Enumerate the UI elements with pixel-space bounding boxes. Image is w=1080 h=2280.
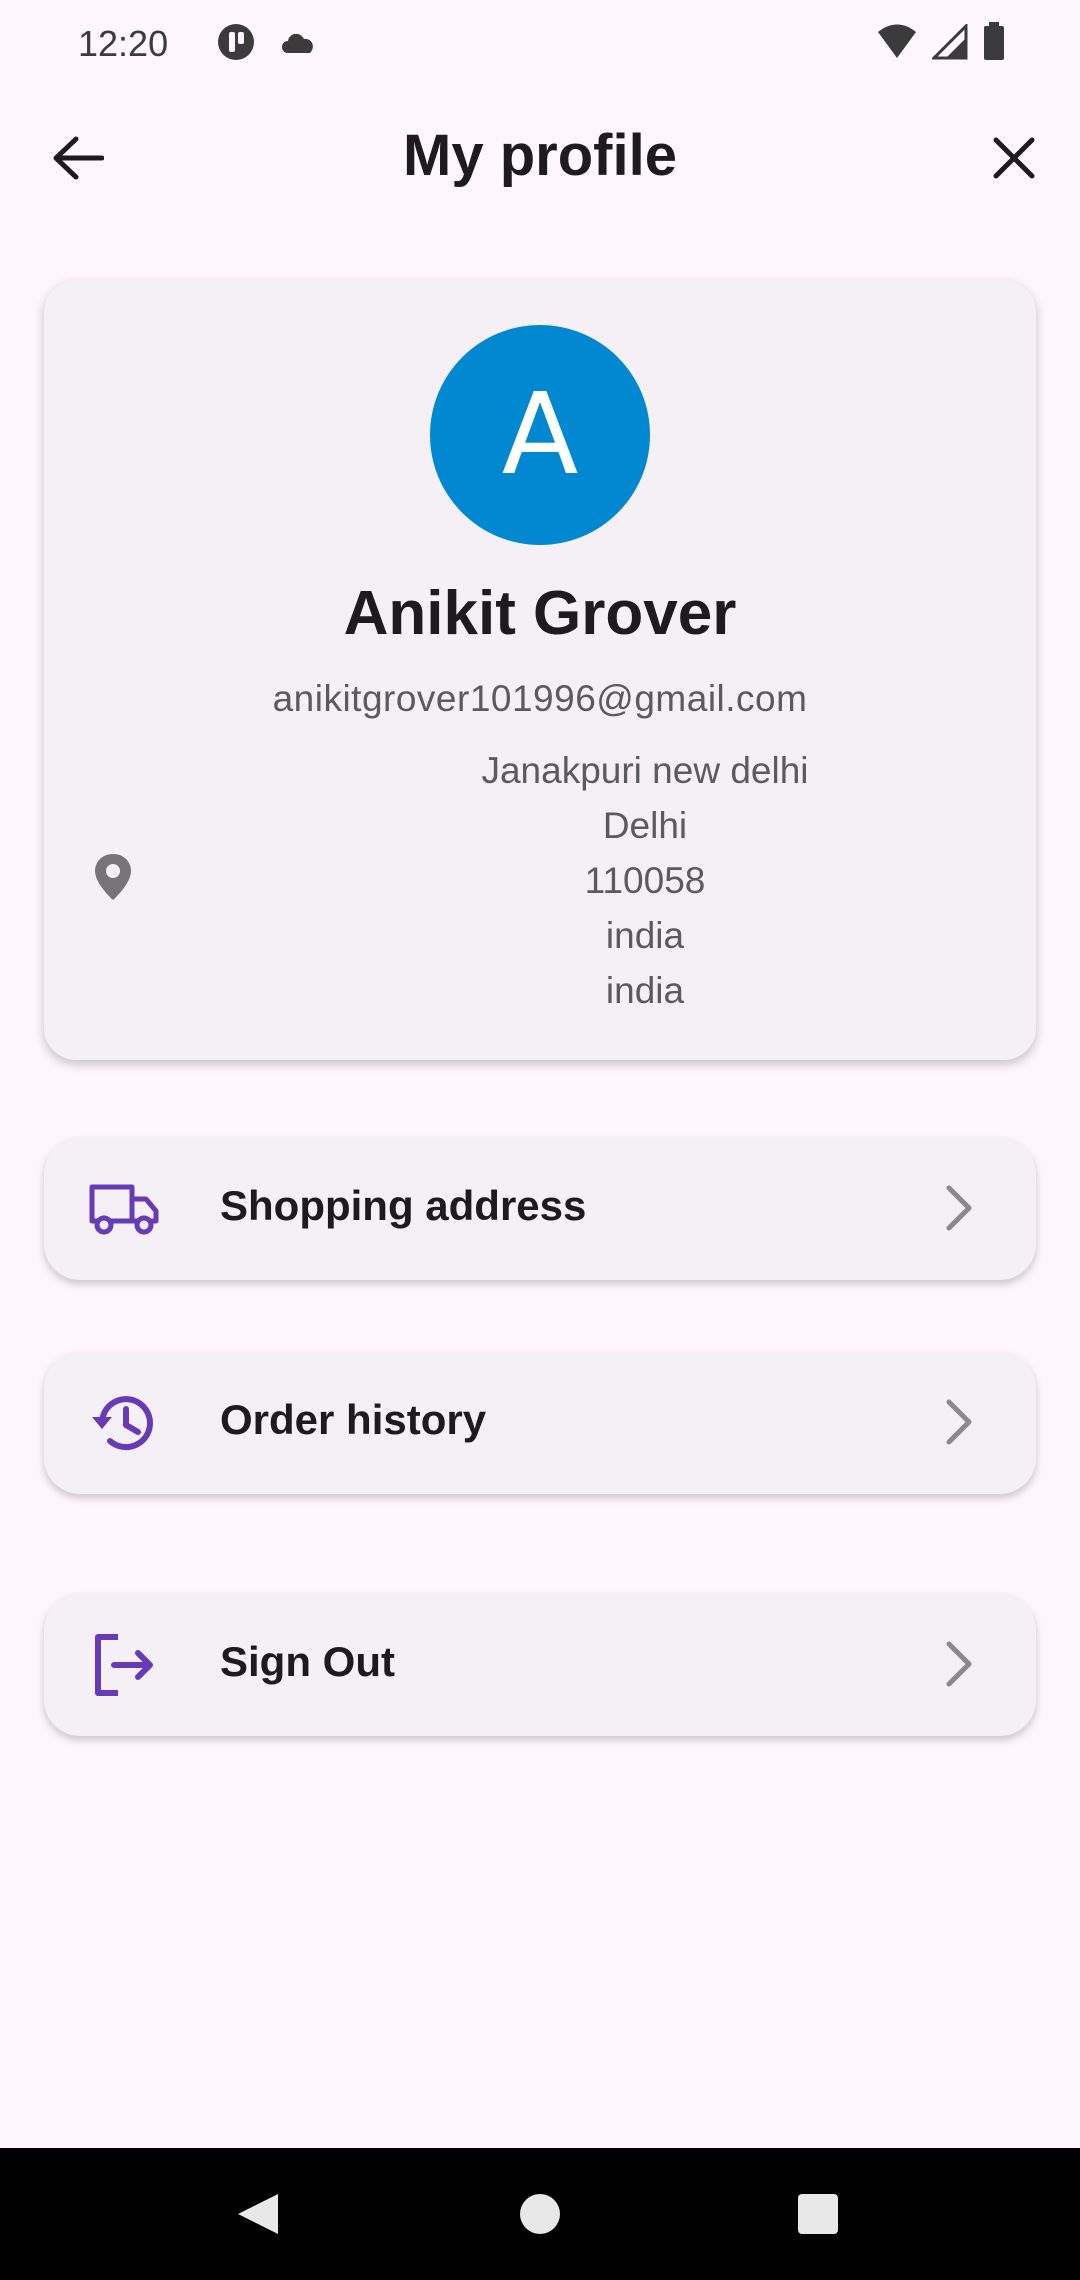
nav-back-icon[interactable] <box>238 2194 278 2234</box>
nav-buttons <box>238 2194 838 2234</box>
menu-item-order-history[interactable]: Order history <box>44 1352 1036 1494</box>
avatar-initial: A <box>501 370 579 500</box>
status-right <box>876 21 1006 67</box>
address-line: Delhi <box>602 805 688 846</box>
nav-home-icon[interactable] <box>520 2194 560 2234</box>
nav-recents-icon[interactable] <box>798 2194 838 2234</box>
avatar: A <box>430 325 650 545</box>
close-button[interactable] <box>966 110 1062 206</box>
address-line: india <box>605 915 685 956</box>
status-left: 12:20 <box>78 22 318 67</box>
close-icon <box>993 137 1035 179</box>
menu-item-sign-out[interactable]: Sign Out <box>44 1594 1036 1736</box>
menu-item-label: Sign Out <box>220 1638 395 1685</box>
address-line: Janakpuri new delhi <box>481 750 809 791</box>
truck-icon <box>89 1184 159 1235</box>
page-title: My profile <box>403 123 677 188</box>
address-line: india <box>605 970 685 1011</box>
profile-name: Anikit Grover <box>343 579 737 648</box>
chevron-right-icon <box>946 1185 972 1231</box>
location-pin-icon <box>95 854 131 900</box>
menu-item-label: Order history <box>220 1396 487 1443</box>
sign-out-icon <box>95 1634 153 1696</box>
status-bar: 12:20 <box>0 0 1080 88</box>
chevron-right-icon <box>946 1399 972 1445</box>
cloud-icon <box>278 27 318 62</box>
system-navigation-bar <box>0 2148 1080 2280</box>
address-line: 110058 <box>584 860 706 901</box>
app-bar: My profile <box>0 100 1080 220</box>
wifi-icon <box>876 24 918 65</box>
chevron-right-icon <box>946 1641 972 1687</box>
history-icon <box>92 1396 153 1451</box>
menu-item-label: Shopping address <box>220 1182 587 1229</box>
status-time: 12:20 <box>78 23 169 64</box>
address-block: Janakpuri new delhi Delhi 110058 india i… <box>254 743 1036 1018</box>
notification-app-icon <box>216 22 256 67</box>
battery-icon <box>982 21 1006 67</box>
signal-icon <box>930 21 968 65</box>
profile-email: anikitgrover101996@gmail.com <box>272 678 808 719</box>
menu-item-shopping-address[interactable]: Shopping address <box>44 1138 1036 1280</box>
profile-card: A Anikit Grover anikitgrover101996@gmail… <box>44 280 1036 1060</box>
